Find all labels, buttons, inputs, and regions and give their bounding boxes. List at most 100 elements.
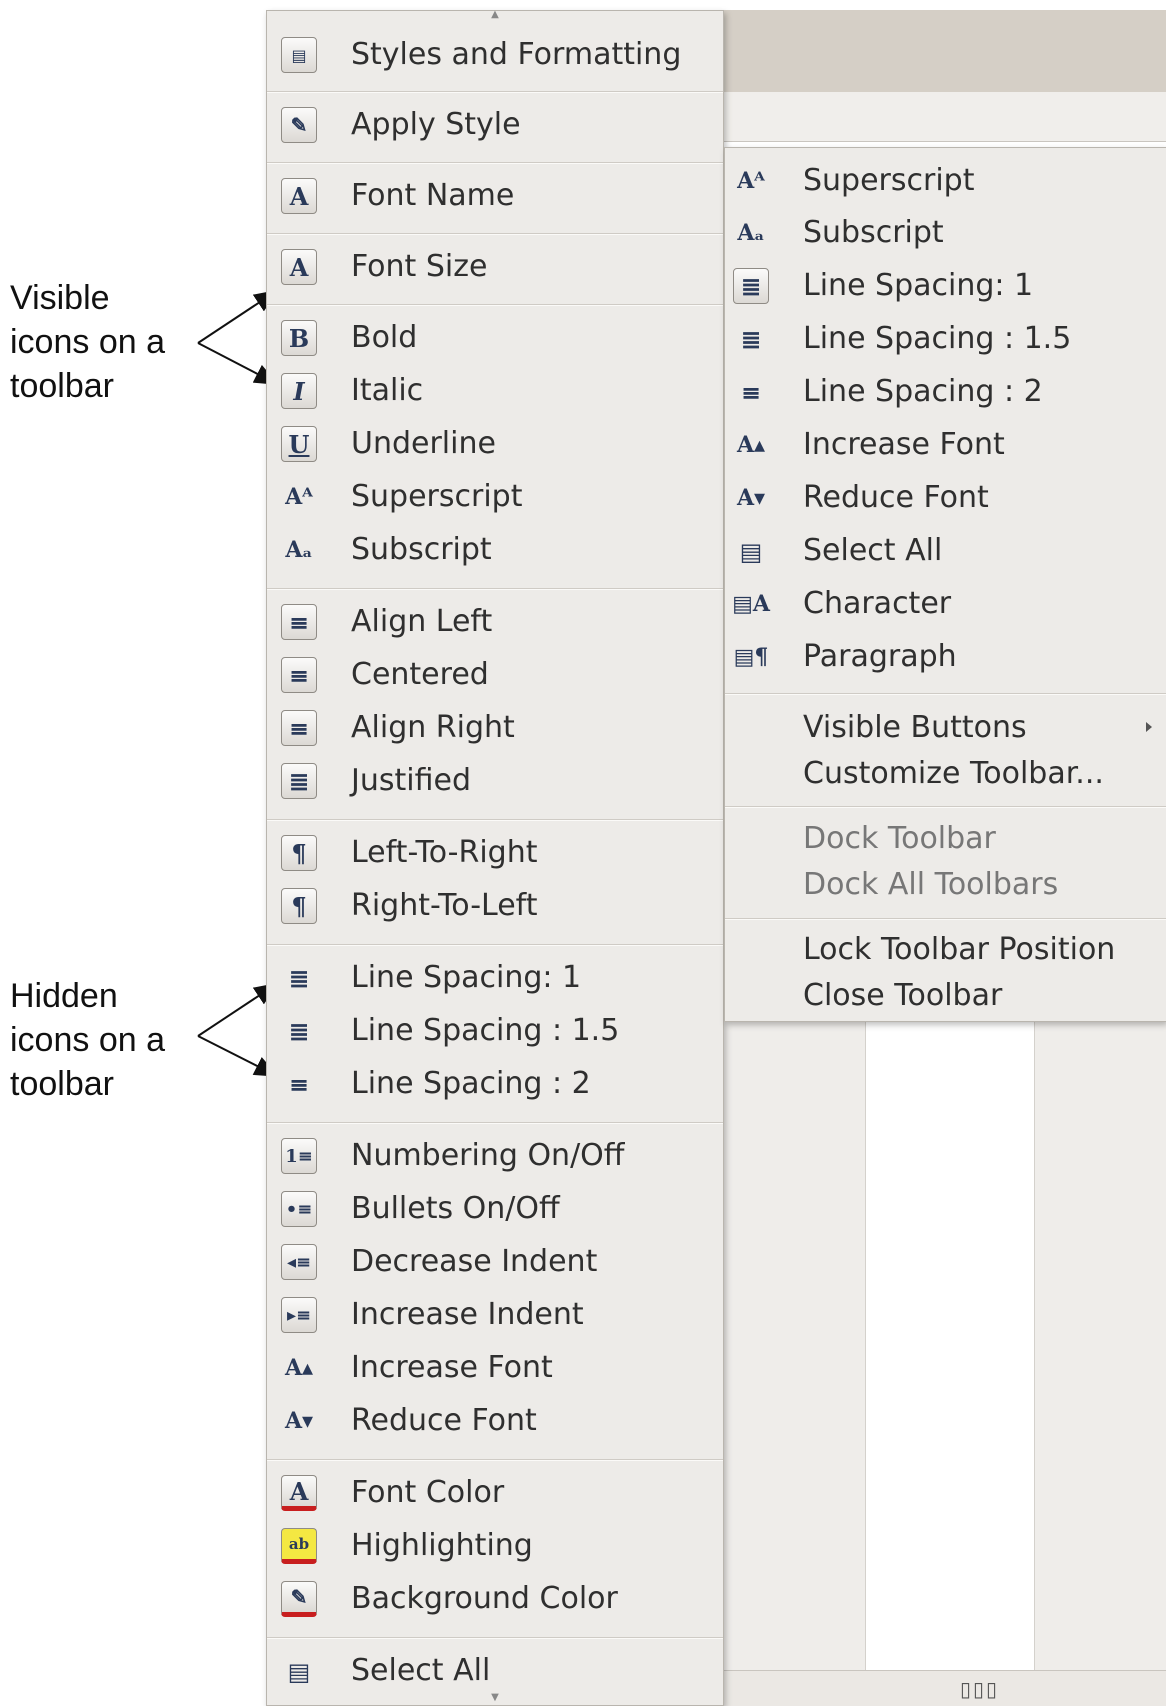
menu-item-line-spacing-1[interactable]: ≣ Line Spacing: 1 <box>267 954 723 1002</box>
submenu-item-label: Superscript <box>803 163 975 198</box>
menu-item-styles-and-formatting[interactable]: ▤ Styles and Formatting <box>267 31 723 79</box>
apply-style-icon: ✎ <box>281 107 317 143</box>
submenu-item-line-spacing-15[interactable]: ≣ Line Spacing : 1.5 <box>725 315 1166 363</box>
reduce-font-icon: A▾ <box>736 485 766 511</box>
left-to-right-icon: ¶ <box>281 835 317 871</box>
menu-item-italic[interactable]: I Italic <box>267 367 723 415</box>
menu-item-line-spacing-15[interactable]: ≣ Line Spacing : 1.5 <box>267 1007 723 1055</box>
submenu-item-label: Lock Toolbar Position <box>803 932 1116 967</box>
annotation-hidden: Hidden icons on a toolbar <box>10 974 165 1106</box>
submenu-item-label: Visible Buttons <box>803 710 1027 745</box>
menu-item-underline[interactable]: U Underline <box>267 420 723 468</box>
menu-item-numbering[interactable]: 1≡ Numbering On/Off <box>267 1132 723 1180</box>
submenu-item-label: Line Spacing: 1 <box>803 268 1034 303</box>
subscript-icon: Aₐ <box>737 220 765 246</box>
submenu-item-label: Increase Font <box>803 427 1005 462</box>
font-color-icon: A <box>281 1475 317 1511</box>
increase-font-icon: A▴ <box>284 1355 314 1381</box>
submenu-item-increase-font[interactable]: A▴ Increase Font <box>725 421 1166 469</box>
menu-item-highlighting[interactable]: ab Highlighting <box>267 1522 723 1570</box>
menu-item-align-right[interactable]: ≡ Align Right <box>267 704 723 752</box>
menu-item-label: Right-To-Left <box>351 888 538 923</box>
arrow-hidden-upper <box>197 982 279 1037</box>
menu-item-label: Numbering On/Off <box>351 1138 625 1173</box>
font-size-icon: A <box>281 249 317 285</box>
menu-item-label: Font Color <box>351 1475 505 1510</box>
submenu-item-label: Close Toolbar <box>803 978 1003 1013</box>
menu-item-label: Left-To-Right <box>351 835 538 870</box>
menu-separator <box>267 1122 723 1124</box>
right-to-left-icon: ¶ <box>281 888 317 924</box>
menu-item-font-color[interactable]: A Font Color <box>267 1469 723 1517</box>
menu-item-label: Bold <box>351 320 418 355</box>
submenu-item-close-toolbar[interactable]: Close Toolbar <box>725 972 1166 1020</box>
menu-item-centered[interactable]: ≡ Centered <box>267 651 723 699</box>
menu-separator <box>725 693 1166 695</box>
menu-item-subscript[interactable]: Aₐ Subscript <box>267 526 723 574</box>
menu-item-label: Align Left <box>351 604 493 639</box>
menu-separator <box>267 1459 723 1461</box>
menu-item-decrease-indent[interactable]: ◂≡ Decrease Indent <box>267 1238 723 1286</box>
submenu-item-dock-all-toolbars: Dock All Toolbars <box>725 861 1166 909</box>
menu-item-increase-font[interactable]: A▴ Increase Font <box>267 1344 723 1392</box>
menu-item-label: Increase Indent <box>351 1297 584 1332</box>
annotation-line: icons on a <box>10 1021 165 1059</box>
menu-item-right-to-left[interactable]: ¶ Right-To-Left <box>267 882 723 930</box>
submenu-item-lock-toolbar-position[interactable]: Lock Toolbar Position <box>725 926 1166 974</box>
highlighting-icon: ab <box>281 1528 317 1564</box>
submenu-item-customize-toolbar[interactable]: Customize Toolbar... <box>725 750 1166 798</box>
scroll-up-icon[interactable]: ▲ <box>267 10 723 20</box>
menu-item-line-spacing-2[interactable]: ≡ Line Spacing : 2 <box>267 1060 723 1108</box>
annotation-line: Visible <box>10 279 110 317</box>
submenu-item-line-spacing-2[interactable]: ≡ Line Spacing : 2 <box>725 368 1166 416</box>
line-spacing-15-icon: ≣ <box>288 1016 310 1046</box>
menu-item-label: Apply Style <box>351 107 521 142</box>
menu-separator <box>267 1637 723 1639</box>
bullets-icon: •≡ <box>281 1191 317 1227</box>
font-name-icon: A <box>281 178 317 214</box>
menu-item-label: Increase Font <box>351 1350 553 1385</box>
submenu-item-label: Customize Toolbar... <box>803 756 1104 791</box>
menu-item-label: Italic <box>351 373 424 408</box>
scroll-down-icon[interactable]: ▼ <box>267 1693 723 1703</box>
align-center-icon: ≡ <box>281 657 317 693</box>
menu-item-left-to-right[interactable]: ¶ Left-To-Right <box>267 829 723 877</box>
menu-item-align-left[interactable]: ≡ Align Left <box>267 598 723 646</box>
menu-item-select-all[interactable]: ▤ Select All <box>267 1647 723 1695</box>
view-layout-icons: ▯▯▯ <box>960 1677 1000 1701</box>
submenu-arrow-icon <box>1146 722 1152 732</box>
line-spacing-15-icon: ≣ <box>740 324 762 354</box>
menu-item-increase-indent[interactable]: ▸≡ Increase Indent <box>267 1291 723 1339</box>
submenu-item-label: Subscript <box>803 215 944 250</box>
menu-item-label: Centered <box>351 657 489 692</box>
background-color-icon: ✎ <box>281 1581 317 1617</box>
arrow-visible-lower <box>197 342 279 385</box>
annotation-line: toolbar <box>10 1065 114 1103</box>
menu-item-apply-style[interactable]: ✎ Apply Style <box>267 101 723 149</box>
menu-item-label: Decrease Indent <box>351 1244 598 1279</box>
decrease-indent-icon: ◂≡ <box>281 1244 317 1280</box>
submenu-item-subscript[interactable]: Aₐ Subscript <box>725 209 1166 257</box>
menu-item-label: Justified <box>351 763 471 798</box>
submenu-item-reduce-font[interactable]: A▾ Reduce Font <box>725 474 1166 522</box>
submenu-item-label: Paragraph <box>803 639 957 674</box>
menu-item-font-name[interactable]: A Font Name <box>267 172 723 220</box>
submenu-item-select-all[interactable]: ▤ Select All <box>725 527 1166 575</box>
menu-item-reduce-font[interactable]: A▾ Reduce Font <box>267 1397 723 1445</box>
menu-item-font-size[interactable]: A Font Size <box>267 243 723 291</box>
submenu-item-superscript[interactable]: Aᴬ Superscript <box>725 157 1166 205</box>
submenu-item-paragraph[interactable]: ▤¶ Paragraph <box>725 633 1166 681</box>
submenu-item-line-spacing-1[interactable]: ≣ Line Spacing: 1 <box>725 262 1166 310</box>
submenu-item-character[interactable]: ▤A Character <box>725 580 1166 628</box>
menu-item-bullets[interactable]: •≡ Bullets On/Off <box>267 1185 723 1233</box>
menu-item-justified[interactable]: ≣ Justified <box>267 757 723 805</box>
menu-separator <box>267 819 723 821</box>
superscript-icon: Aᴬ <box>285 484 313 510</box>
menu-item-bold[interactable]: B Bold <box>267 314 723 362</box>
submenu-item-visible-buttons[interactable]: Visible Buttons <box>725 704 1166 752</box>
menu-item-background-color[interactable]: ✎ Background Color <box>267 1575 723 1623</box>
menu-item-superscript[interactable]: Aᴬ Superscript <box>267 473 723 521</box>
arrow-visible-upper <box>197 289 279 344</box>
submenu-item-label: Dock Toolbar <box>803 821 996 856</box>
increase-font-icon: A▴ <box>736 432 766 458</box>
